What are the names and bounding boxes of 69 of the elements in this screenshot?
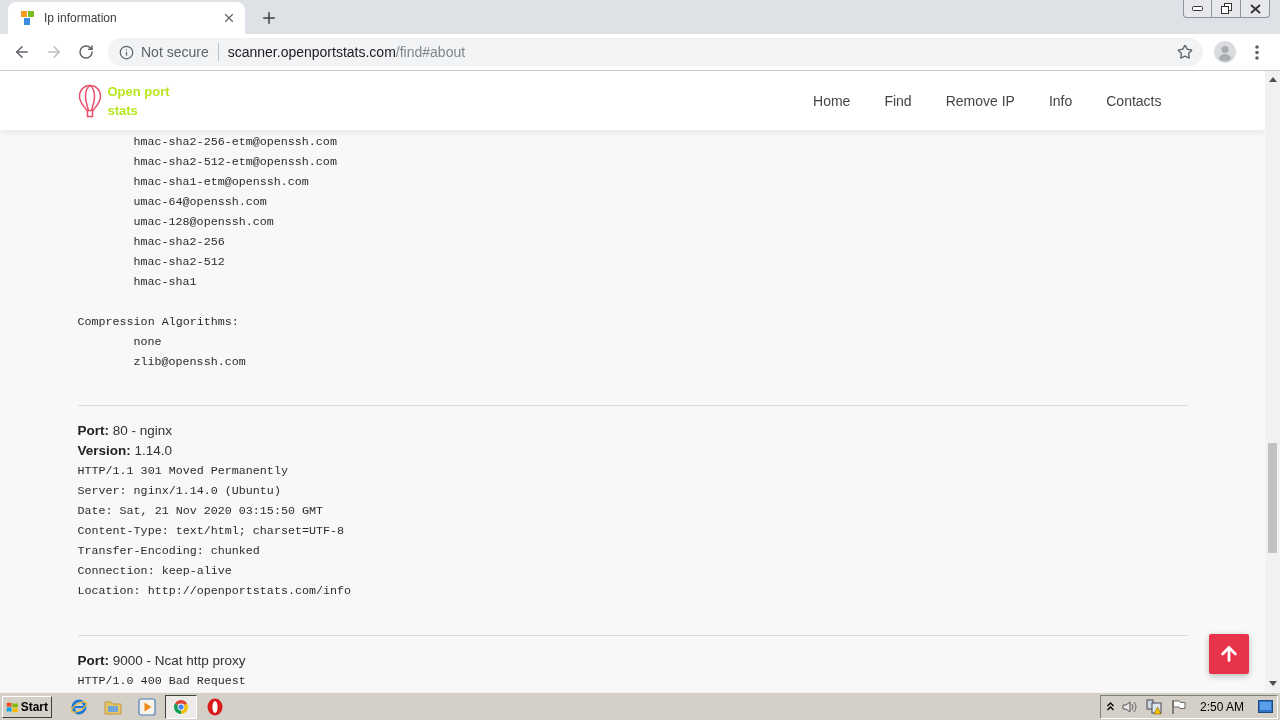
listing-line: zlib@openssh.com (132, 354, 247, 371)
flag-icon[interactable] (1170, 699, 1186, 714)
four-pane-flag-icon (6, 699, 19, 714)
response-line: Location: http://openportstats.com/info (77, 583, 353, 600)
bookmark-button[interactable] (1176, 43, 1194, 61)
port-title: Port: 80 - nginx (77, 422, 174, 440)
scroll-up-icon[interactable] (1268, 77, 1277, 82)
listing-line: hmac-sha2-256 (132, 234, 226, 251)
reload-icon (78, 44, 94, 60)
clock-text: 2:50 AM (1199, 699, 1244, 714)
close-window-button[interactable] (1241, 0, 1270, 18)
nav-link[interactable]: Find (884, 92, 912, 109)
squares-favicon-icon (21, 11, 35, 25)
ring-icon (207, 697, 223, 716)
speaker-icon[interactable] (1121, 699, 1138, 714)
plus-icon (260, 9, 278, 27)
globe-orbit-icon (70, 697, 88, 716)
network-warning-icon[interactable] (1145, 698, 1163, 715)
browser-tab[interactable]: Ip information (8, 2, 245, 34)
response-line: HTTP/1.0 400 Bad Request (77, 673, 247, 690)
chevron-up-icon[interactable] (1106, 702, 1114, 711)
avatar-icon (1214, 41, 1236, 63)
balloon-logo-icon (77, 83, 102, 118)
nav-link[interactable]: Remove IP (945, 92, 1015, 109)
url-text: scanner.openportstats.com/find#about (227, 44, 466, 60)
listing-line: hmac-sha2-256-etm@openssh.com (132, 134, 338, 151)
minimize-icon (1192, 6, 1203, 11)
play-icon (138, 697, 156, 716)
address-field[interactable]: Not secure scanner.openportstats.com/find#about (108, 38, 1203, 66)
forward-arrow-icon (45, 43, 63, 61)
round-logo-icon (173, 698, 189, 715)
info-icon (119, 44, 134, 60)
listing-line: hmac-sha1 (132, 274, 198, 291)
folder-icon (104, 698, 122, 715)
restore-icon (1220, 3, 1232, 14)
nav-link[interactable]: Contacts (1106, 92, 1162, 109)
listing-line: hmac-sha1-etm@openssh.com (132, 174, 310, 191)
minimize-button[interactable] (1183, 0, 1212, 18)
response-line: Date: Sat, 21 Nov 2020 03:15:50 GMT (77, 503, 324, 520)
close-icon (1249, 3, 1261, 14)
scrollbar-track[interactable] (1265, 71, 1280, 692)
security-label: Not secure (141, 44, 209, 60)
listing-line: none (132, 334, 163, 351)
listing-line: umac-128@openssh.com (132, 214, 275, 231)
tab-title: Ip information (44, 11, 118, 25)
response-line: Transfer-Encoding: chunked (77, 543, 261, 560)
nav-link[interactable]: Home (813, 92, 851, 109)
response-line: HTTP/1.1 301 Moved Permanently (77, 463, 289, 480)
port-title: Port: 9000 - Ncat http proxy (77, 652, 247, 670)
listing-line: hmac-sha2-512 (132, 254, 226, 271)
scroll-top-button[interactable] (1209, 634, 1249, 674)
nav-link[interactable]: Info (1048, 92, 1073, 109)
start-button[interactable]: Start (2, 695, 52, 718)
restore-button[interactable] (1212, 0, 1241, 18)
scroll-down-icon[interactable] (1268, 681, 1277, 686)
scrollbar-thumb[interactable] (1268, 443, 1277, 553)
port-version: Version: 1.14.0 (77, 442, 174, 460)
close-icon (222, 11, 236, 25)
listing-line: umac-64@openssh.com (132, 194, 268, 211)
response-line: Server: nginx/1.14.0 (Ubuntu) (77, 483, 282, 500)
star-icon (1177, 44, 1193, 60)
response-line: Content-Type: text/html; charset=UTF-8 (77, 523, 346, 540)
response-line: Connection: keep-alive (77, 563, 233, 580)
listing-heading: Compression Algorithms: (77, 314, 240, 331)
listing-line: hmac-sha2-512-etm@openssh.com (132, 154, 338, 171)
taskbar-app-button[interactable] (165, 694, 197, 719)
monitor-icon[interactable] (1258, 699, 1273, 714)
logo-text: Open port stats (107, 82, 171, 120)
more-icon (1255, 44, 1259, 60)
